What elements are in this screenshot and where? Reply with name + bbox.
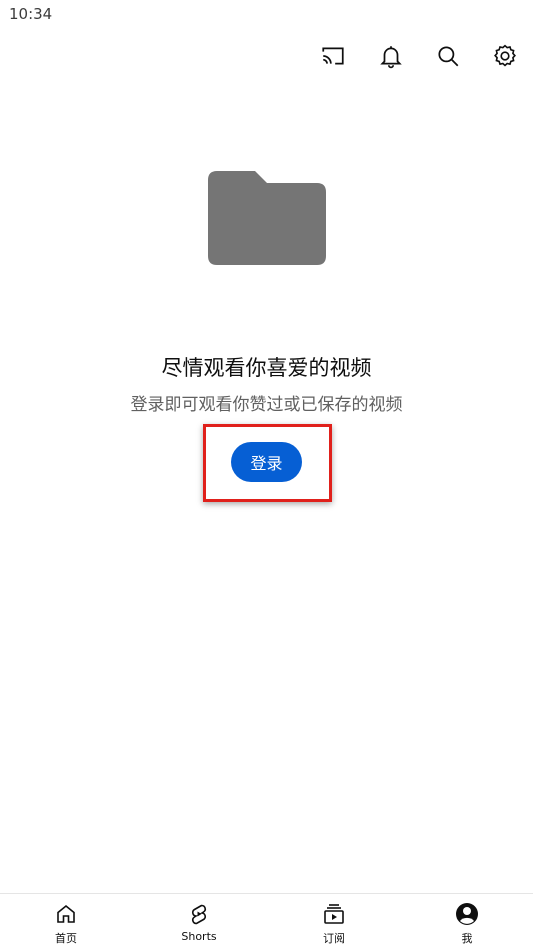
notifications-button[interactable] — [371, 36, 411, 76]
account-icon — [456, 903, 478, 925]
settings-button[interactable] — [485, 36, 525, 76]
folder-icon — [208, 171, 326, 265]
status-time: 10:34 — [9, 5, 53, 23]
search-icon — [438, 46, 459, 67]
nav-label-subscriptions: 订阅 — [323, 932, 345, 945]
search-button[interactable] — [428, 36, 468, 76]
shorts-icon — [192, 904, 206, 925]
settings-gear-icon — [494, 44, 516, 67]
bottom-navigation: 首页 Shorts 订阅 我 — [0, 893, 533, 949]
status-bar: 10:34 — [0, 0, 533, 30]
empty-state-subtitle: 登录即可观看你赞过或已保存的视频 — [130, 395, 403, 415]
nav-item-me[interactable]: 我 — [427, 894, 507, 949]
nav-label-shorts: Shorts — [181, 930, 217, 943]
subscriptions-icon — [324, 904, 344, 924]
nav-label-home: 首页 — [55, 932, 77, 945]
empty-state-title: 尽情观看你喜爱的视频 — [161, 356, 372, 380]
notifications-bell-icon — [380, 46, 402, 69]
nav-label-me: 我 — [461, 932, 473, 945]
cast-button[interactable] — [313, 36, 353, 76]
cast-icon — [322, 47, 344, 65]
login-button[interactable]: 登录 — [231, 442, 302, 482]
nav-item-subscriptions[interactable]: 订阅 — [294, 894, 374, 949]
top-app-bar — [0, 36, 533, 76]
home-icon — [57, 904, 75, 923]
nav-item-home[interactable]: 首页 — [26, 894, 106, 949]
nav-item-shorts[interactable]: Shorts — [159, 894, 239, 949]
